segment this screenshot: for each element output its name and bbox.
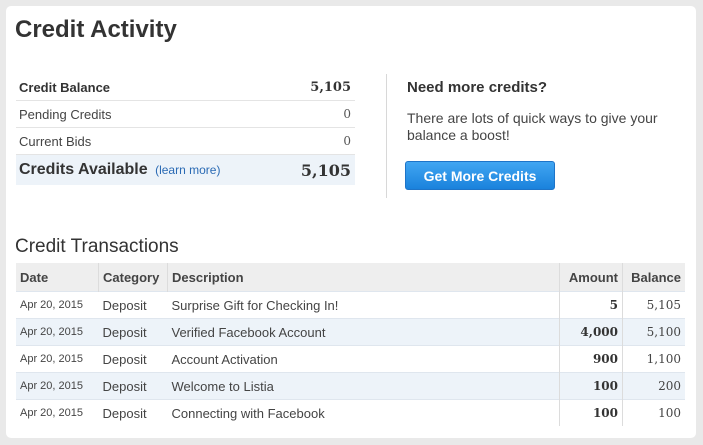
table-header-row: Date Category Description Amount Balance	[16, 263, 685, 292]
row-description: Welcome to Listia	[167, 372, 560, 400]
get-more-credits-button[interactable]: Get More Credits	[405, 161, 555, 190]
description-header: Description	[167, 263, 560, 292]
row-description: Account Activation	[167, 345, 560, 373]
row-date: Apr 20, 2015	[16, 291, 99, 319]
vertical-divider	[386, 74, 387, 198]
row-amount: 5	[559, 291, 623, 319]
credit-balance-label: Credit Balance	[19, 79, 111, 95]
credit-balance-row: Credit Balance 5,105	[16, 74, 355, 101]
page-title: Credit Activity	[15, 16, 177, 43]
row-category: Deposit	[98, 291, 168, 319]
date-header: Date	[16, 263, 99, 292]
pending-credits-value: 0	[343, 107, 351, 121]
transactions-title: Credit Transactions	[15, 236, 179, 257]
row-amount: 4,000	[559, 318, 623, 346]
row-category: Deposit	[98, 399, 168, 426]
current-bids-label: Current Bids	[19, 133, 92, 149]
amount-header: Amount	[559, 263, 623, 292]
table-row: Apr 20, 2015 Deposit Welcome to Listia 1…	[16, 372, 685, 400]
credits-available-value: 5,105	[300, 160, 351, 180]
row-category: Deposit	[98, 372, 168, 400]
promo-text: There are lots of quick ways to give you…	[407, 110, 658, 143]
table-row: Apr 20, 2015 Deposit Surprise Gift for C…	[16, 291, 685, 319]
row-amount: 900	[559, 345, 623, 373]
transactions-table: Date Category Description Amount Balance…	[16, 263, 685, 426]
row-date: Apr 20, 2015	[16, 345, 99, 373]
table-row: Apr 20, 2015 Deposit Account Activation …	[16, 345, 685, 373]
credit-balance-value: 5,105	[310, 79, 351, 95]
row-balance: 5,100	[622, 318, 685, 346]
credit-activity-panel: Credit Activity Credit Balance 5,105 Pen…	[6, 6, 696, 438]
row-description: Surprise Gift for Checking In!	[167, 291, 560, 319]
row-description: Verified Facebook Account	[167, 318, 560, 346]
credits-available-label: Credits Available (learn more)	[19, 161, 220, 179]
credits-available-text: Credits Available	[19, 161, 148, 178]
credit-summary: Credit Balance 5,105 Pending Credits 0 C…	[16, 74, 355, 185]
row-category: Deposit	[98, 318, 168, 346]
row-amount: 100	[559, 399, 623, 426]
learn-more-link[interactable]: (learn more)	[155, 163, 220, 177]
pending-credits-row: Pending Credits 0	[16, 101, 355, 128]
row-date: Apr 20, 2015	[16, 318, 99, 346]
row-description: Connecting with Facebook	[167, 399, 560, 426]
row-amount: 100	[559, 372, 623, 400]
current-bids-value: 0	[343, 134, 351, 148]
table-row: Apr 20, 2015 Deposit Connecting with Fac…	[16, 399, 685, 426]
credits-available-row: Credits Available (learn more) 5,105	[16, 155, 355, 185]
current-bids-row: Current Bids 0	[16, 128, 355, 155]
row-category: Deposit	[98, 345, 168, 373]
row-balance: 5,105	[622, 291, 685, 319]
category-header: Category	[98, 263, 168, 292]
pending-credits-label: Pending Credits	[19, 106, 112, 122]
table-row: Apr 20, 2015 Deposit Verified Facebook A…	[16, 318, 685, 346]
row-date: Apr 20, 2015	[16, 372, 99, 400]
balance-header: Balance	[622, 263, 685, 292]
row-balance: 100	[622, 399, 685, 426]
promo-title: Need more credits?	[407, 79, 548, 96]
row-date: Apr 20, 2015	[16, 399, 99, 426]
row-balance: 1,100	[622, 345, 685, 373]
row-balance: 200	[622, 372, 685, 400]
